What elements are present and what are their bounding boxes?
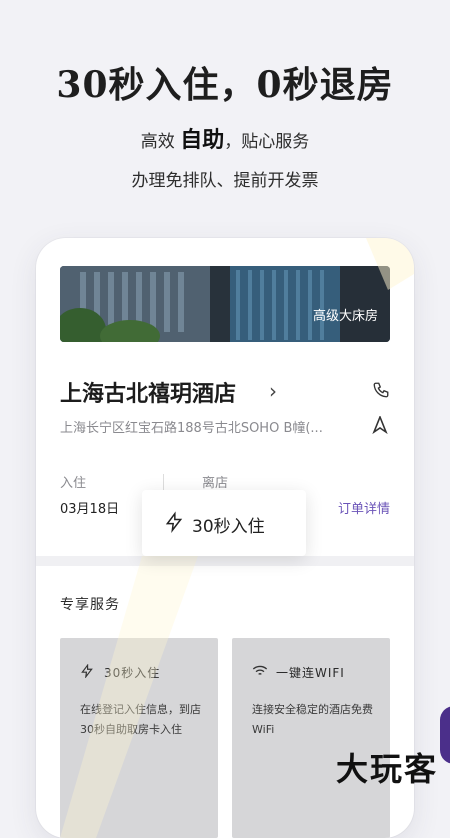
checkin-date: 03月18日 — [60, 502, 120, 517]
building-illustration — [60, 266, 390, 342]
promo-subline-1-suffix: ，贴心服务 — [224, 132, 310, 152]
order-detail-link[interactable]: 订单详情 — [338, 498, 390, 517]
phone-icon[interactable] — [372, 381, 390, 403]
services-section-title: 专享服务 — [60, 597, 120, 613]
quick-checkin-popup[interactable]: 30秒入住 — [142, 490, 306, 556]
room-type-label: 高级大床房 — [312, 309, 378, 324]
section-separator — [36, 556, 414, 566]
service-title: 一键连WIFI — [276, 666, 345, 680]
navigation-arrow-icon[interactable] — [372, 414, 388, 438]
date-divider — [163, 474, 164, 490]
promo-subline-1: 高效 自助，贴心服务 — [0, 122, 450, 154]
service-card-checkin[interactable]: 30秒入住 在线登记入住信息，到店30秒自助取房卡入住 — [60, 638, 218, 838]
floating-tab[interactable] — [440, 706, 450, 764]
service-description: 连接安全稳定的酒店免费WiFi — [252, 703, 373, 736]
promo-headline: 30秒入住，0秒退房 — [56, 64, 394, 106]
hotel-address: 上海长宁区红宝石路188号古北SOHO B幢(... — [60, 421, 323, 436]
service-title: 30秒入住 — [104, 666, 161, 680]
bolt-icon — [164, 510, 184, 538]
checkout-label: 离店 — [202, 476, 229, 491]
popup-label: 30秒入住 — [192, 517, 265, 537]
service-description: 在线登记入住信息，到店30秒自助取房卡入住 — [80, 703, 201, 736]
bolt-icon — [80, 663, 94, 682]
watermark-logo: 大玩客 — [335, 750, 438, 788]
room-photo[interactable]: 高级大床房 — [60, 266, 390, 342]
promo-subline-1-bold: 自助 — [180, 128, 225, 153]
hotel-name[interactable]: 上海古北禧玥酒店 — [60, 376, 236, 408]
chevron-right-icon[interactable]: › — [269, 379, 277, 403]
wifi-icon — [252, 663, 268, 682]
service-card-wifi[interactable]: 一键连WIFI 连接安全稳定的酒店免费WiFi — [232, 638, 390, 838]
checkin-label: 入住 — [60, 476, 87, 491]
promo-subline-1-prefix: 高效 — [140, 132, 181, 152]
promo-subline-2: 办理免排队、提前开发票 — [131, 171, 319, 191]
